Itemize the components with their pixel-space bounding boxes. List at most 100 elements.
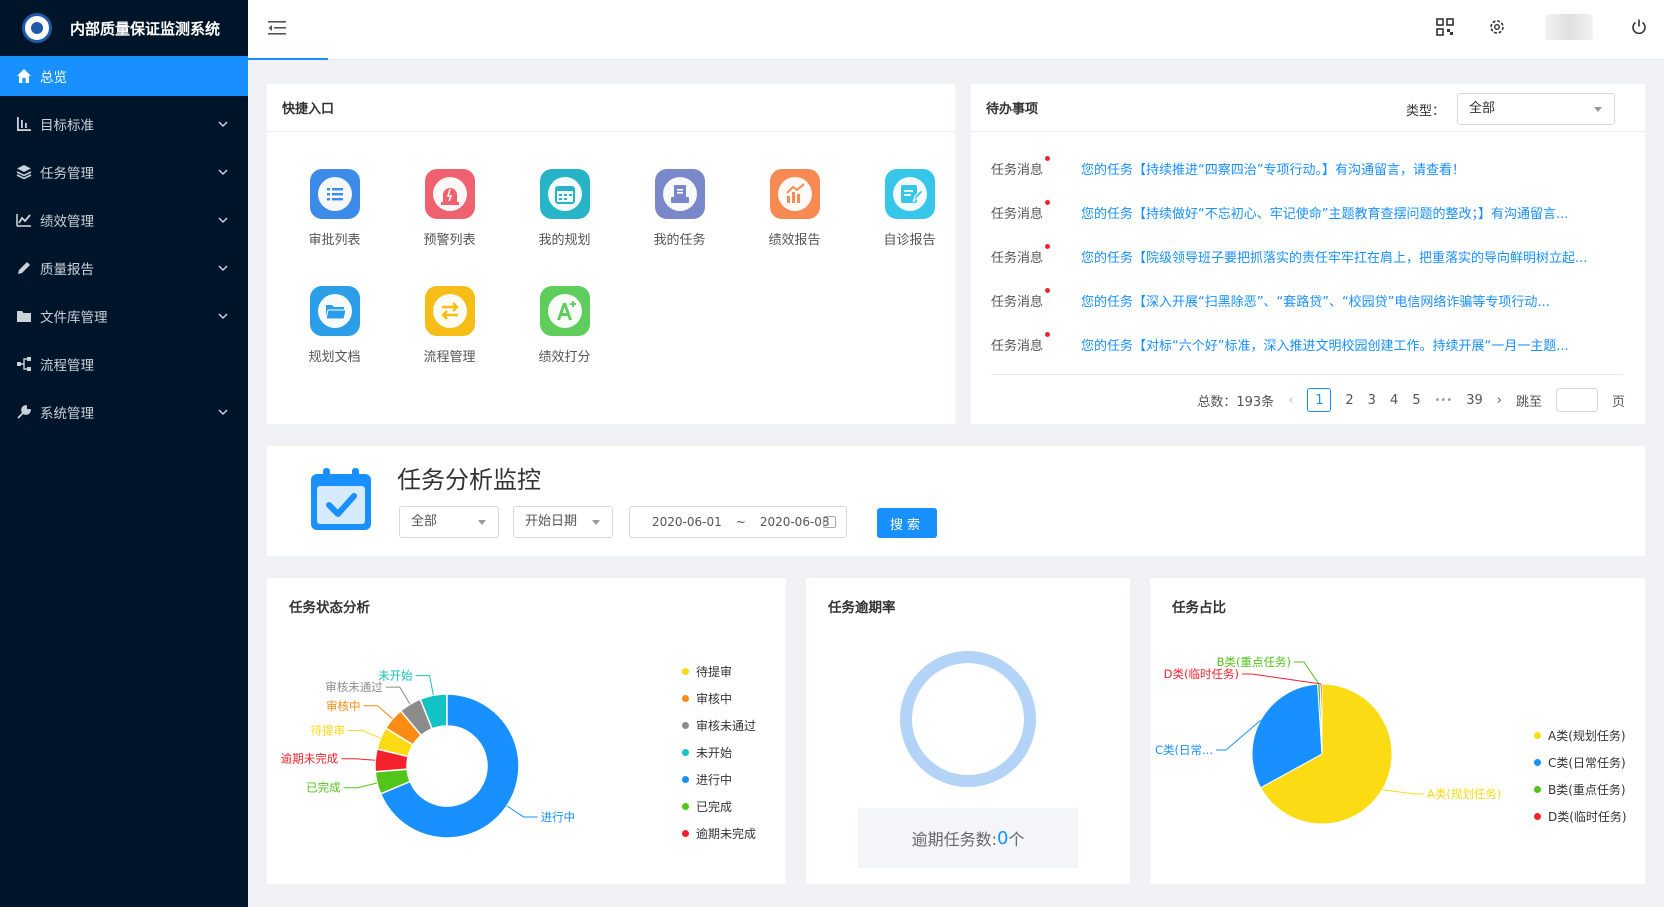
pagination-page-4[interactable]: 4	[1390, 393, 1398, 408]
qrcode-icon[interactable]	[1436, 18, 1454, 36]
ratio_chart-legend-item[interactable]: D类(临时任务)	[1534, 803, 1627, 830]
quick-entry-icon-inner	[662, 177, 697, 211]
report-chart-icon	[785, 183, 805, 203]
slice-leader-line	[1382, 789, 1424, 795]
quick-entry-7[interactable]: 流程管理	[392, 286, 507, 365]
pagination-jump-input[interactable]	[1555, 388, 1598, 412]
todo-list: 任务消息 您的任务【持续推进“四察四治”专项行动。】有沟通留言，请查看！ 任务消息您…	[991, 146, 1623, 366]
pagination-page-2[interactable]: 2	[1345, 393, 1353, 408]
todo-row[interactable]: 任务消息 您的任务【持续做好“不忘初心、牢记使命”主题教育查摆问题的整改；】有沟通…	[991, 190, 1623, 234]
scope-select[interactable]: 全部	[399, 506, 499, 538]
todo-type-select[interactable]: 全部	[1457, 93, 1615, 125]
sidebar-item-2[interactable]: 任务管理	[0, 148, 248, 196]
slice-label: 待提审	[311, 723, 346, 737]
todo-link[interactable]: 您的任务【持续做好“不忘初心、牢记使命”主题教育查摆问题的整改；】有沟通留言..…	[1081, 203, 1623, 222]
ratio_chart-legend-item[interactable]: A类(规划任务)	[1534, 722, 1627, 749]
sidebar-item-0[interactable]: 总览	[0, 56, 248, 96]
quick-entry-icon-bg	[769, 169, 820, 219]
pagination-page-3[interactable]: 3	[1368, 393, 1376, 408]
chevron-down-icon	[218, 313, 228, 320]
todo-row[interactable]: 任务消息 您的任务【对标“六个好”标准，深入推进文明校园创建工作。持续开展“一月一…	[991, 322, 1623, 366]
quick-entry-3[interactable]: 我的任务	[622, 169, 737, 248]
quick-entry-card: 快捷入口 审批列表 预警列表 我的规划 我的任务 绩效报告 自诊报告 规划文档 流程管理 绩效打…	[267, 84, 955, 424]
legend-dot	[1534, 813, 1541, 820]
power-logout-icon[interactable]	[1630, 18, 1648, 36]
search-button[interactable]: 搜索	[877, 508, 937, 538]
settings-gear-icon[interactable]	[1488, 18, 1506, 36]
pagination-page-5[interactable]: 5	[1412, 393, 1420, 408]
status_chart-legend-item[interactable]: 未开始	[682, 739, 756, 766]
sidebar-item-1[interactable]: 目标标准	[0, 100, 248, 148]
alarm-icon	[440, 188, 459, 205]
sidebar-item-label: 绩效管理	[40, 214, 94, 230]
status_chart-legend-item[interactable]: 已完成	[682, 793, 756, 820]
chart-icon	[16, 214, 31, 227]
todo-link[interactable]: 您的任务【对标“六个好”标准，深入推进文明校园创建工作。持续开展“一月一主题..…	[1081, 335, 1623, 354]
pagination-next[interactable]: ›	[1497, 393, 1502, 408]
user-avatar[interactable]	[1545, 14, 1593, 40]
legend-dot	[1534, 786, 1541, 793]
note-icon	[900, 185, 924, 203]
quick-entry-8[interactable]: 绩效打分	[507, 286, 622, 365]
chevron-down-icon	[218, 265, 228, 272]
pagination-page-1[interactable]: 1	[1307, 388, 1332, 412]
quick-entry-label: 绩效报告	[768, 233, 821, 248]
quick-entry-5[interactable]: 自诊报告	[852, 169, 967, 248]
quick-entry-label: 预警列表	[423, 233, 476, 248]
sidebar-item-7[interactable]: 系统管理	[0, 388, 248, 436]
task-status-legend: 待提审 审核中 审核未通过 未开始 进行中已完成逾期未完成	[682, 658, 756, 847]
quick-entry-label: 绩效打分	[538, 350, 591, 365]
task-overdue-card: 任务逾期率 逾期任务数: 0 个	[806, 578, 1130, 884]
todo-tag-text: 任务消息	[991, 338, 1044, 354]
status_chart-legend-item[interactable]: 待提审	[682, 658, 756, 685]
app-logo-area[interactable]: 内部质量保证监测系统	[0, 0, 248, 56]
status_chart-legend-item[interactable]: 审核中	[682, 685, 756, 712]
task-ratio-legend: A类(规划任务) C类(日常任务) B类(重点任务) D类(临时任务)	[1534, 722, 1627, 830]
sidebar-menu: 总览 目标标准任务管理绩效管理质量报告 文件库管理 流程管理 系统管理	[0, 56, 248, 436]
menu-fold-icon[interactable]	[268, 18, 290, 38]
pagination-page-unit: 页	[1611, 394, 1625, 410]
todo-row[interactable]: 任务消息 您的任务【持续推进“四察四治”专项行动。】有沟通留言，请查看！	[991, 146, 1623, 190]
pagination-page-last[interactable]: 39	[1466, 393, 1483, 408]
legend-dot	[682, 668, 689, 675]
todo-row[interactable]: 任务消息 您的任务【院级领导班子要把抓落实的责任牢牢扛在肩上，把重落实的导向鲜明树…	[991, 234, 1623, 278]
quick-entry-0[interactable]: 审批列表	[277, 169, 392, 248]
ratio_chart-legend-item[interactable]: C类(日常任务)	[1534, 749, 1627, 776]
task-status-card: 任务状态分析 待提审 审核中 审核未通过 未开始 进行中 已完成 逾期未完成 待提审 审核中审…	[267, 578, 786, 884]
layers-icon	[16, 165, 32, 180]
pagination-ellipsis[interactable]: •••	[1435, 395, 1453, 406]
quick-entry-6[interactable]: 规划文档	[277, 286, 392, 365]
status_chart-legend-item[interactable]: 进行中	[682, 766, 756, 793]
date-type-select[interactable]: 开始日期	[513, 506, 613, 538]
quick-entry-4[interactable]: 绩效报告	[737, 169, 852, 248]
task-monitor-card: 任务分析监控 全部 开始日期 2020-06-01 ~ 2020-06-08 搜…	[267, 446, 1645, 556]
date-range-picker[interactable]: 2020-06-01 ~ 2020-06-08	[629, 506, 847, 538]
todo-link[interactable]: 您的任务【深入开展“扫黑除恶”、“套路贷”、“校园贷”电信网络诈骗等专项行动..…	[1081, 291, 1623, 310]
pagination-prev[interactable]: ‹	[1288, 393, 1293, 408]
todo-tag-text: 任务消息	[991, 250, 1044, 266]
slice-leader-line	[415, 675, 434, 696]
legend-label: 已完成	[696, 800, 733, 814]
divider	[991, 374, 1623, 375]
quick-entry-2[interactable]: 我的规划	[507, 169, 622, 248]
legend-dot	[682, 830, 689, 837]
status_chart-legend-item[interactable]: 审核未通过	[682, 712, 756, 739]
ratio_chart-legend-item[interactable]: B类(重点任务)	[1534, 776, 1627, 803]
status_chart-legend-item[interactable]: 逾期未完成	[682, 820, 756, 847]
todo-link[interactable]: 您的任务【院级领导班子要把抓落实的责任牢牢扛在肩上，把重落实的导向鲜明树立起..…	[1081, 247, 1623, 266]
quick-entry-icon-inner	[432, 294, 467, 328]
slice-label: C类(日常...	[1155, 743, 1213, 757]
todo-type-label: 类型：	[1405, 104, 1445, 119]
target-icon	[17, 117, 31, 131]
sidebar-item-label: 任务管理	[40, 166, 94, 182]
sidebar-item-4[interactable]: 质量报告	[0, 244, 248, 292]
app-title: 内部质量保证监测系统	[70, 19, 221, 38]
sidebar-item-6[interactable]: 流程管理	[0, 340, 248, 388]
home-icon	[17, 69, 31, 83]
todo-row[interactable]: 任务消息 您的任务【深入开展“扫黑除恶”、“套路贷”、“校园贷”电信网络诈骗等专项…	[991, 278, 1623, 322]
quick-entry-title: 快捷入口	[267, 84, 955, 132]
todo-link[interactable]: 您的任务【持续推进“四察四治”专项行动。】有沟通留言，请查看！	[1081, 159, 1623, 178]
quick-entry-1[interactable]: 预警列表	[392, 169, 507, 248]
sidebar-item-3[interactable]: 绩效管理	[0, 196, 248, 244]
sidebar-item-5[interactable]: 文件库管理	[0, 292, 248, 340]
